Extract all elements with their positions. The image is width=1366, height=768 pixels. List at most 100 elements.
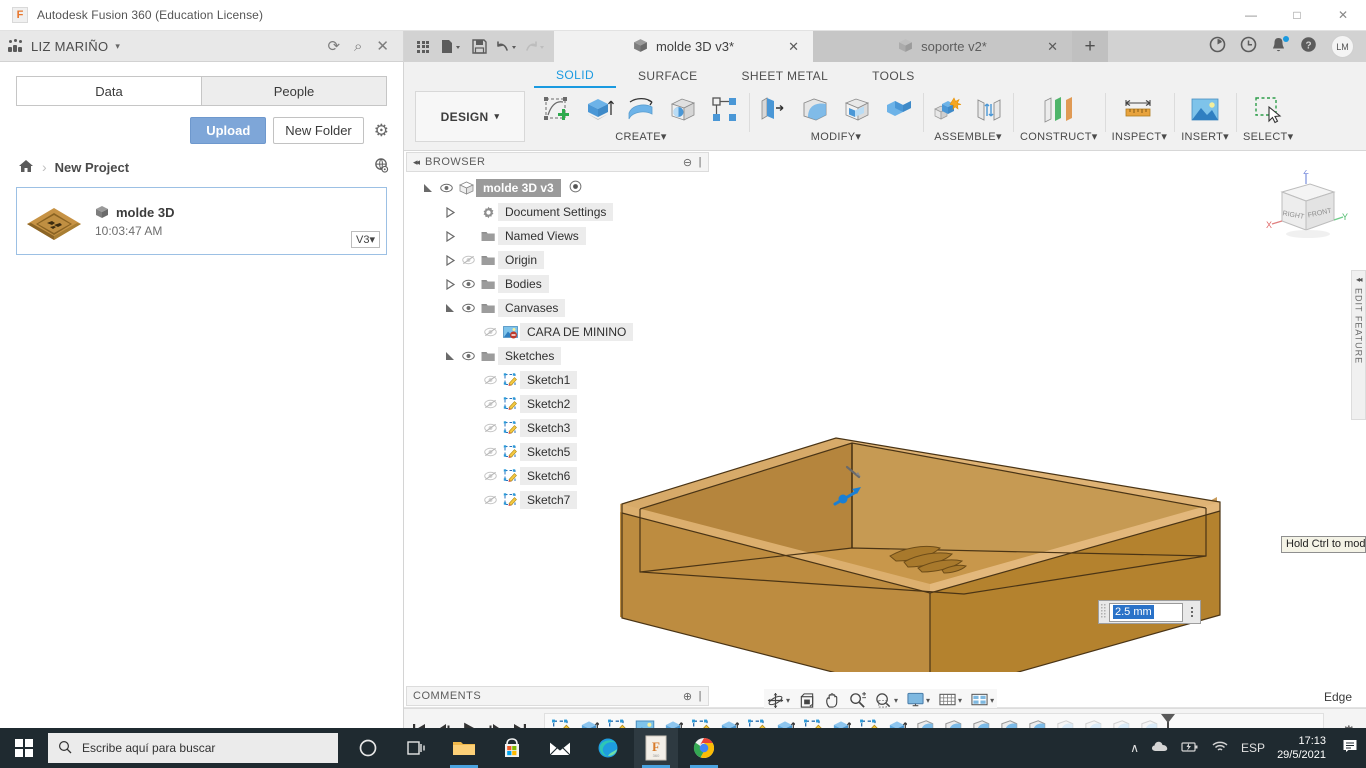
microsoft-store-icon[interactable] [490,728,534,768]
onedrive-icon[interactable] [1151,740,1169,756]
visibility-on-icon[interactable] [458,279,478,289]
document-tab-soporte[interactable]: soporte v2* ✕ [813,31,1072,62]
add-comment-icon[interactable]: ⊕ [683,690,693,703]
close-tab-icon[interactable]: ✕ [788,39,799,55]
resize-handle[interactable]: | [699,690,702,702]
tree-item-bodies[interactable]: Bodies [406,272,709,296]
visibility-off-icon[interactable] [480,375,500,385]
globe-icon[interactable] [374,157,389,177]
dimension-menu-icon[interactable] [1184,607,1200,617]
wifi-icon[interactable] [1211,740,1229,756]
tree-item-sketches[interactable]: Sketches [406,344,709,368]
avatar[interactable]: LM [1331,35,1354,58]
collapse-icon[interactable]: ◂◂ [413,157,420,168]
ribbon-tab-tools[interactable]: TOOLS [850,64,936,88]
ribbon-tab-surface[interactable]: SURFACE [616,64,719,88]
ribbon-tab-sheet-metal[interactable]: SHEET METAL [720,64,851,88]
resize-handle[interactable]: | [699,156,702,168]
home-icon[interactable] [18,159,34,176]
chevron-down-icon[interactable]: ▾ [894,696,898,705]
tree-item-molde-3d-v3[interactable]: molde 3D v3 [406,176,709,200]
task-view-icon[interactable] [394,728,438,768]
file-card-molde-3d[interactable]: molde 3D 10:03:47 AM V3▾ [16,187,387,255]
sphere-icon[interactable] [666,92,700,128]
taskbar-search[interactable]: Escribe aquí para buscar [48,733,338,763]
tree-item-sketch2[interactable]: Sketch2 [406,392,709,416]
tree-item-canvases[interactable]: Canvases [406,296,709,320]
tree-item-origin[interactable]: Origin [406,248,709,272]
activate-component-icon[interactable] [569,180,582,196]
expander-collapsed-icon[interactable] [442,230,458,242]
expander-collapsed-icon[interactable] [442,278,458,290]
tray-expand-icon[interactable]: ∧ [1130,741,1139,755]
battery-icon[interactable] [1181,740,1199,756]
undo-icon[interactable] [494,31,520,62]
upload-button[interactable]: Upload [190,117,267,144]
dimension-value-input[interactable]: 2.5 mm [1109,602,1183,622]
breadcrumb-project[interactable]: New Project [55,160,129,175]
create-sketch-icon[interactable] [540,92,574,128]
new-folder-button[interactable]: New Folder [273,117,364,144]
visibility-on-icon[interactable] [436,183,456,193]
extrude-icon[interactable] [582,92,616,128]
visibility-off-icon[interactable] [480,423,500,433]
visibility-off-icon[interactable] [480,327,500,337]
current-user-name[interactable]: LIZ MARIÑO [31,39,108,54]
chevron-down-icon[interactable]: ▾ [926,696,930,705]
visibility-off-icon[interactable] [480,495,500,505]
history-icon[interactable] [1240,36,1257,57]
tree-item-sketch3[interactable]: Sketch3 [406,416,709,440]
fillet-icon[interactable] [798,92,832,128]
chevron-down-icon[interactable]: ▾ [990,696,994,705]
edge-icon[interactable] [586,728,630,768]
joint-icon[interactable] [972,92,1006,128]
visibility-off-icon[interactable] [480,447,500,457]
chevron-down-icon[interactable]: ▾ [786,696,790,705]
expander-expanded-icon[interactable] [420,183,436,194]
close-panel-icon[interactable]: ✕ [376,39,389,54]
notifications-icon[interactable] [1271,35,1289,57]
expander-expanded-icon[interactable] [442,351,458,362]
visibility-off-icon[interactable] [480,399,500,409]
language-indicator[interactable]: ESP [1241,741,1265,755]
press-pull-icon[interactable] [756,92,790,128]
new-document-tab-button[interactable]: + [1072,31,1108,62]
pattern-icon[interactable] [708,92,742,128]
tree-item-sketch6[interactable]: Sketch6 [406,464,709,488]
minimize-icon[interactable]: ⊖ [683,156,693,169]
tree-item-named-views[interactable]: Named Views [406,224,709,248]
maximize-button[interactable]: □ [1274,0,1320,31]
help-icon[interactable]: ? [1300,36,1317,57]
collapse-icon[interactable]: ◂◂ [1356,275,1363,284]
tree-item-sketch1[interactable]: Sketch1 [406,368,709,392]
dimension-input-box[interactable]: 2.5 mm [1098,600,1201,624]
insert-canvas-icon[interactable] [1188,92,1222,128]
tab-data[interactable]: Data [16,76,202,106]
mail-icon[interactable] [538,728,582,768]
expander-expanded-icon[interactable] [442,303,458,314]
revolve-icon[interactable] [624,92,658,128]
redo-icon[interactable] [522,31,548,62]
new-component-icon[interactable] [930,92,964,128]
combine-icon[interactable] [882,92,916,128]
version-badge[interactable]: V3▾ [351,231,380,248]
drag-handle-icon[interactable] [1099,601,1108,623]
offset-plane-icon[interactable] [1042,92,1076,128]
chrome-icon[interactable] [682,728,726,768]
shell-icon[interactable] [840,92,874,128]
tree-item-cara-de-minino[interactable]: CARA DE MININO [406,320,709,344]
taskbar-clock[interactable]: 17:13 29/5/2021 [1277,734,1326,762]
fusion360-icon[interactable]: F 360 [634,728,678,768]
expander-collapsed-icon[interactable] [442,206,458,218]
file-explorer-icon[interactable] [442,728,486,768]
gear-icon[interactable]: ⚙ [374,121,389,141]
search-icon[interactable]: ⌕ [354,39,362,54]
job-status-icon[interactable] [1209,36,1226,57]
minimize-button[interactable]: — [1228,0,1274,31]
tree-item-document-settings[interactable]: Document Settings [406,200,709,224]
apps-grid-icon[interactable] [410,31,436,62]
measure-icon[interactable] [1122,92,1156,128]
cortana-icon[interactable] [346,728,390,768]
notifications-icon[interactable] [1338,738,1358,758]
comments-panel[interactable]: COMMENTS ⊕ | [406,686,709,706]
